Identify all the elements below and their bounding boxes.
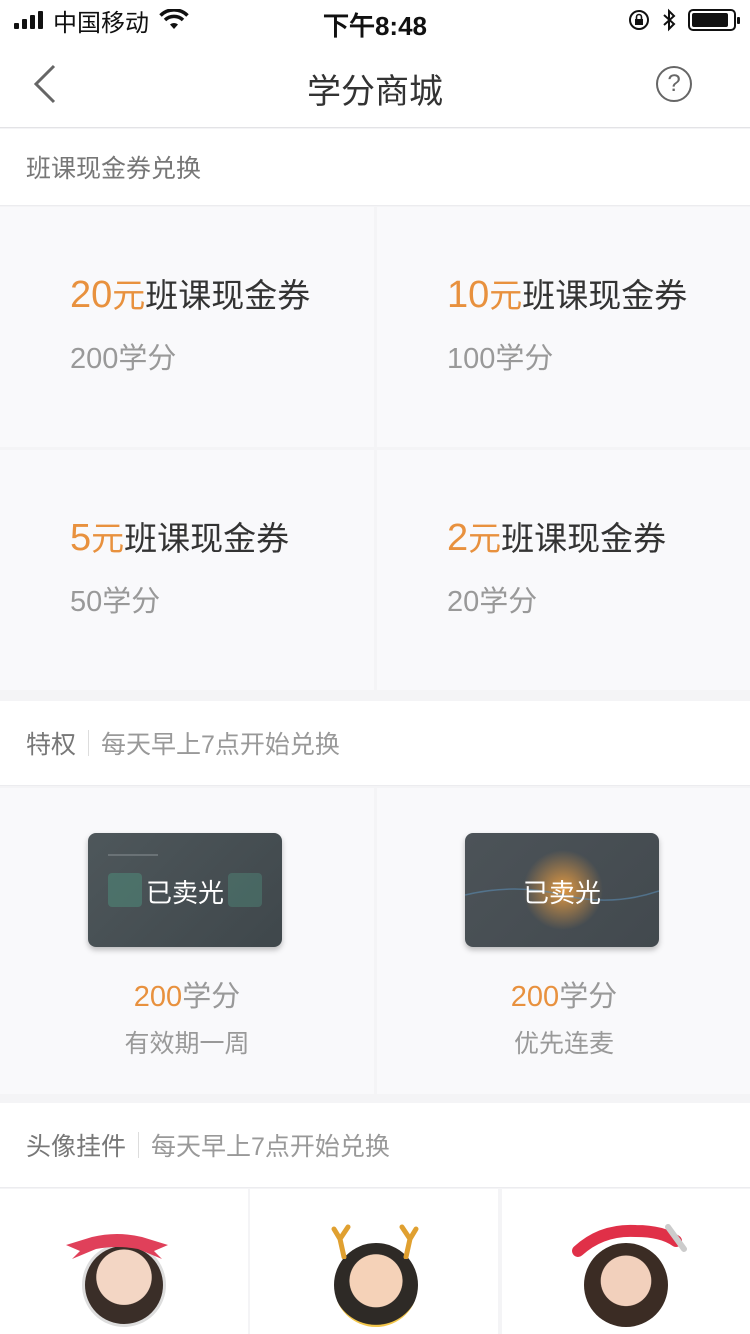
divider xyxy=(88,730,90,756)
coupon-unit: 元 xyxy=(112,277,146,314)
coupon-points: 100学分 xyxy=(447,343,554,375)
nav-bar: 学分商城 ? xyxy=(0,40,750,128)
antler-pendant-icon xyxy=(331,1224,419,1259)
coupon-points: 200学分 xyxy=(70,343,177,375)
coupon-card[interactable]: 20元班课现金券 200学分 xyxy=(0,207,374,447)
privilege-section-header: 特权 每天早上7点开始兑换 xyxy=(0,701,750,786)
coupon-amount: 5 xyxy=(70,517,92,559)
privilege-description: 有效期一周 xyxy=(124,1030,250,1058)
privilege-points-unit: 学分 xyxy=(559,981,618,1013)
avatar-pendant-card[interactable] xyxy=(502,1189,750,1334)
avatar-pendant-card[interactable] xyxy=(0,1189,248,1334)
coupon-amount: 2 xyxy=(447,517,469,559)
privilege-section-subtitle: 每天早上7点开始兑换 xyxy=(101,731,340,759)
coupon-name: 班课现金券 xyxy=(145,277,311,314)
sold-out-label: 已卖光 xyxy=(145,878,224,908)
sold-out-label: 已卖光 xyxy=(522,878,601,908)
coupon-name: 班课现金券 xyxy=(501,520,667,557)
coupon-unit: 元 xyxy=(489,277,523,314)
privilege-points-number: 200 xyxy=(133,981,183,1013)
privilege-points-unit: 学分 xyxy=(182,981,241,1013)
privilege-thumbnail: 已卖光 xyxy=(465,833,659,947)
avatar-pendant-card[interactable] xyxy=(250,1189,498,1334)
coupon-unit: 元 xyxy=(91,520,125,557)
privilege-description: 优先连麦 xyxy=(513,1030,614,1058)
rotation-lock-icon xyxy=(629,10,649,30)
coupon-card[interactable]: 10元班课现金券 100学分 xyxy=(377,207,750,447)
avatar-section-subtitle: 每天早上7点开始兑换 xyxy=(151,1133,390,1161)
privilege-points-number: 200 xyxy=(510,981,560,1013)
banner-pendant-icon xyxy=(66,1234,168,1259)
avatar-section-header: 头像挂件 每天早上7点开始兑换 xyxy=(0,1103,750,1188)
page-title: 学分商城 xyxy=(307,73,443,111)
coupon-name: 班课现金券 xyxy=(522,277,688,314)
coupon-amount: 20 xyxy=(70,274,113,316)
privilege-card[interactable]: 已卖光 200学分 有效期一周 xyxy=(0,788,374,1094)
avatar-section-title: 头像挂件 xyxy=(26,1133,127,1161)
battery-icon xyxy=(688,9,740,31)
privilege-thumbnail: 已卖光 xyxy=(88,833,282,947)
coupon-amount: 10 xyxy=(447,274,490,316)
privilege-card[interactable]: 已卖光 200学分 优先连麦 xyxy=(377,788,750,1094)
coupon-card[interactable]: 5元班课现金券 50学分 xyxy=(0,450,374,690)
sticker-pendant-icon xyxy=(572,1224,687,1257)
coupon-points: 50学分 xyxy=(70,586,161,618)
coupon-section-title: 班课现金券兑换 xyxy=(26,155,202,183)
bluetooth-icon xyxy=(663,8,676,32)
coupon-name: 班课现金券 xyxy=(124,520,290,557)
coupon-points: 20学分 xyxy=(447,586,538,618)
divider xyxy=(138,1132,140,1158)
coupon-section-header: 班课现金券兑换 xyxy=(0,129,750,206)
help-button[interactable]: ? xyxy=(656,66,692,102)
coupon-card[interactable]: 2元班课现金券 20学分 xyxy=(377,450,750,690)
privilege-section-title: 特权 xyxy=(26,731,77,759)
status-bar: 中国移动 下午8:48 xyxy=(0,0,750,41)
coupon-unit: 元 xyxy=(468,520,502,557)
